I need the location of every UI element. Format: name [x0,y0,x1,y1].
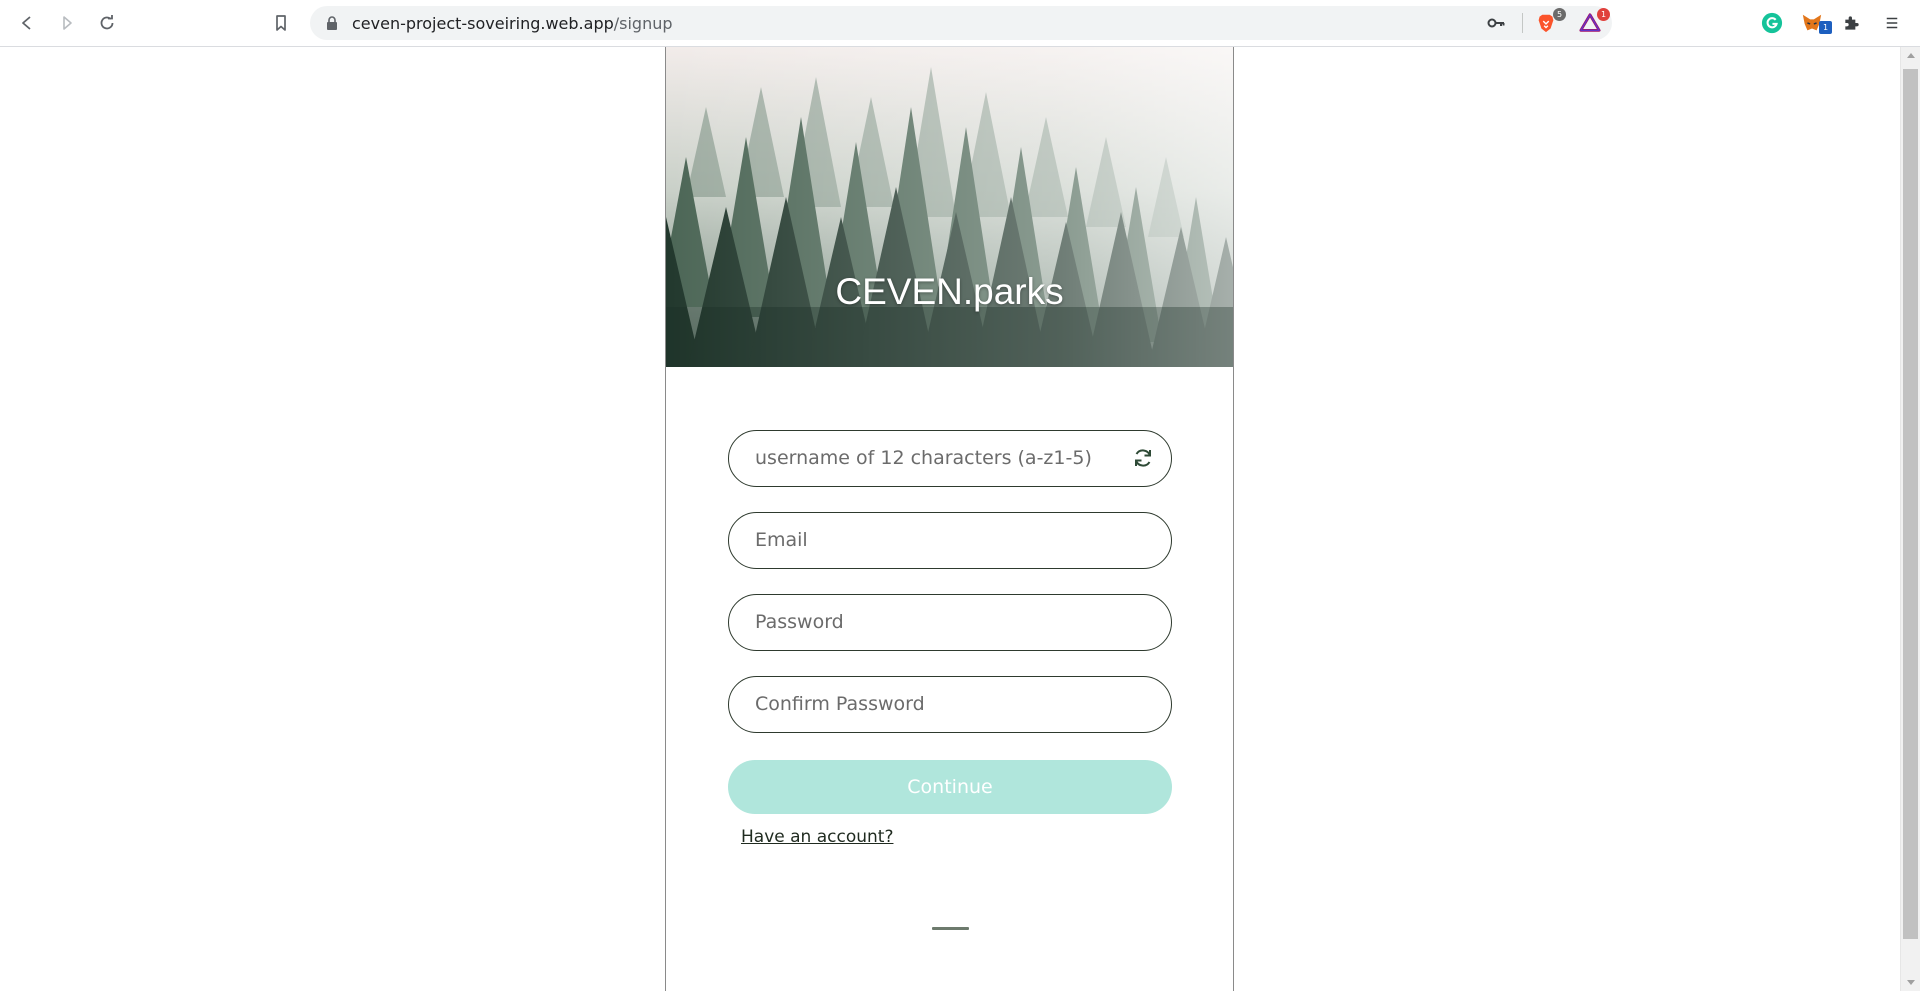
grammarly-button[interactable] [1760,11,1784,35]
brave-rewards-button[interactable]: 1 [1578,8,1610,35]
scroll-thumb[interactable] [1903,69,1918,939]
bookmark-icon [276,15,286,31]
hamburger-menu-icon [1886,17,1898,29]
forest-illustration [666,47,1233,367]
page-scrollbar[interactable] [1900,47,1920,991]
rewards-badge: 1 [1597,8,1610,21]
url-text: ceven-project-soveiring.web.app/signup [352,14,673,33]
forward-button[interactable] [54,10,80,36]
forest-hero-image: CEVEN.parks [666,47,1233,367]
username-field[interactable] [728,430,1172,487]
confirm-password-field[interactable] [728,676,1172,733]
refresh-icon[interactable] [1131,446,1155,470]
bookmark-button[interactable] [268,10,294,36]
back-arrow-icon [22,16,31,30]
reload-icon [100,15,114,30]
forward-arrow-icon [63,16,72,30]
reload-button[interactable] [94,10,120,36]
bottom-indicator-bar [932,927,969,930]
back-button[interactable] [14,10,40,36]
metamask-badge: 1 [1819,21,1832,34]
signup-card: CEVEN.parks Continue Have an account? [665,47,1234,991]
continue-button[interactable]: Continue [728,760,1172,814]
username-input[interactable] [755,431,1115,485]
password-input[interactable] [755,595,1115,649]
email-field[interactable] [728,512,1172,569]
password-key-icon[interactable] [1487,15,1505,31]
confirm-password-input[interactable] [755,677,1115,731]
brave-badge: 5 [1553,8,1566,21]
address-bar[interactable]: ceven-project-soveiring.web.app/signup [310,6,1612,40]
grammarly-icon [1761,12,1783,34]
brave-shields-button[interactable]: 5 [1534,8,1566,35]
scroll-down-arrow-icon[interactable] [1907,980,1915,985]
have-account-link[interactable]: Have an account? [741,827,893,847]
puzzle-piece-icon [1845,16,1859,30]
email-input[interactable] [755,513,1115,567]
lock-icon [327,16,337,30]
address-separator [1522,13,1523,33]
extensions-button[interactable] [1840,11,1864,35]
password-field[interactable] [728,594,1172,651]
browser-menu-button[interactable] [1880,11,1904,35]
metamask-button[interactable]: 1 [1800,11,1832,35]
scroll-up-arrow-icon[interactable] [1907,53,1915,58]
browser-toolbar: ceven-project-soveiring.web.app/signup 5… [0,0,1920,47]
brand-title: CEVEN.parks [835,271,1064,312]
